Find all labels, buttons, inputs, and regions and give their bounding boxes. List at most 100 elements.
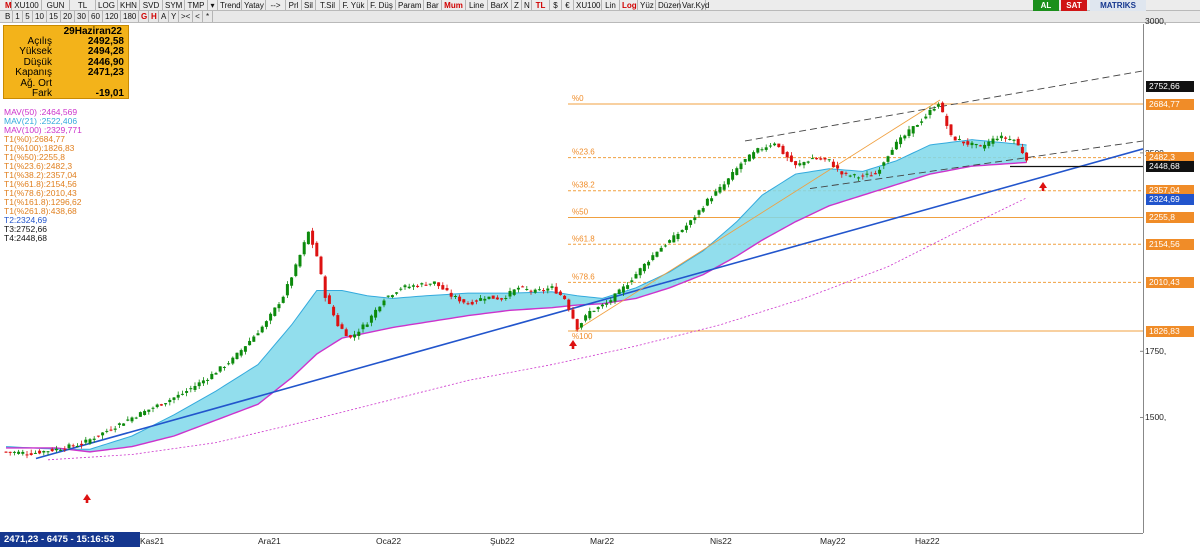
toolbar-button-22[interactable]: BarX bbox=[488, 0, 512, 10]
period-button-6[interactable]: 30 bbox=[75, 11, 89, 22]
candle-body bbox=[239, 350, 243, 356]
candle-body bbox=[819, 158, 823, 160]
period-button-3[interactable]: 10 bbox=[33, 11, 47, 22]
candle-body bbox=[105, 430, 109, 432]
price-tag: 1826,83 bbox=[1146, 325, 1194, 337]
toolbar-button-28[interactable]: XU100 bbox=[574, 0, 602, 10]
toolbar-button-8[interactable]: TMP bbox=[185, 0, 208, 10]
toolbar-button-25[interactable]: TL bbox=[532, 0, 550, 10]
candle-body bbox=[395, 292, 399, 294]
candle-body bbox=[907, 129, 911, 136]
candle-body bbox=[920, 121, 924, 123]
toolbar-button-0[interactable]: M bbox=[3, 0, 12, 10]
toolbar-button-10[interactable]: Trend bbox=[218, 0, 242, 10]
candle-body bbox=[46, 451, 50, 453]
toolbar-button-29[interactable]: Lin bbox=[602, 0, 620, 10]
toolbar-button-18[interactable]: Param bbox=[396, 0, 424, 10]
period-button-5[interactable]: 20 bbox=[61, 11, 75, 22]
period-button-0[interactable]: B bbox=[3, 11, 13, 22]
toolbar-button-31[interactable]: Yüz bbox=[638, 0, 656, 10]
candle-body bbox=[298, 254, 302, 267]
candle-body bbox=[647, 261, 651, 266]
candle-body bbox=[201, 380, 205, 384]
sell-button[interactable]: SAT bbox=[1061, 0, 1087, 11]
period-button-2[interactable]: 5 bbox=[23, 11, 33, 22]
period-button-1[interactable]: 1 bbox=[13, 11, 23, 22]
candle-body bbox=[374, 309, 378, 318]
candle-body bbox=[798, 163, 802, 166]
candle-body bbox=[848, 175, 852, 177]
toolbar-button-30[interactable]: Log bbox=[620, 0, 638, 10]
toolbar-button-1[interactable]: XU100 bbox=[12, 0, 42, 10]
toolbar-button-17[interactable]: F. Düş bbox=[368, 0, 396, 10]
candle-body bbox=[508, 290, 512, 297]
toolbar-button-24[interactable]: N bbox=[522, 0, 532, 10]
period-button-14[interactable]: >< bbox=[179, 11, 193, 22]
toolbar-button-27[interactable]: € bbox=[562, 0, 574, 10]
toolbar-button-3[interactable]: TL bbox=[70, 0, 96, 10]
period-button-13[interactable]: Y bbox=[169, 11, 179, 22]
buy-button[interactable]: AL bbox=[1033, 0, 1059, 11]
candle-body bbox=[680, 229, 684, 233]
candle-body bbox=[932, 108, 936, 111]
candle-body bbox=[722, 184, 726, 190]
period-button-15[interactable]: < bbox=[193, 11, 203, 22]
candle-body bbox=[899, 137, 903, 145]
toolbar-button-11[interactable]: Yatay bbox=[242, 0, 266, 10]
candle-body bbox=[575, 319, 579, 330]
candle-body bbox=[701, 208, 705, 212]
candle-body bbox=[319, 256, 323, 275]
price-tag: 2255,8 bbox=[1146, 212, 1194, 223]
candle-body bbox=[206, 379, 210, 381]
candle-body bbox=[180, 393, 184, 395]
candle-body bbox=[134, 417, 138, 419]
ohlc-value: 2471,23 bbox=[87, 67, 124, 79]
toolbar-button-21[interactable]: Line bbox=[466, 0, 488, 10]
toolbar-button-13[interactable]: Prl bbox=[286, 0, 302, 10]
toolbar-button-14[interactable]: Sil bbox=[302, 0, 316, 10]
toolbar-button-12[interactable]: --> bbox=[266, 0, 286, 10]
period-button-7[interactable]: 60 bbox=[89, 11, 103, 22]
candle-body bbox=[332, 306, 336, 316]
period-button-4[interactable]: 15 bbox=[47, 11, 61, 22]
time-tick-label: Ara21 bbox=[258, 536, 281, 546]
toolbar-button-15[interactable]: T.Sil bbox=[316, 0, 340, 10]
time-tick-label: Kas21 bbox=[140, 536, 165, 546]
candle-body bbox=[369, 315, 373, 323]
period-button-11[interactable]: H bbox=[149, 11, 159, 22]
candle-body bbox=[63, 448, 67, 450]
toolbar-button-16[interactable]: F. Yük bbox=[340, 0, 368, 10]
price-tag: 2324,69 bbox=[1146, 193, 1194, 205]
price-chart[interactable]: %0 %23.6 %38.2 %50 %61.8 %78.6 %100 bbox=[0, 24, 1143, 533]
candle-body bbox=[353, 334, 357, 338]
candle-body bbox=[71, 445, 75, 447]
candle-body bbox=[12, 451, 16, 453]
fib-label: %38.2 bbox=[572, 181, 595, 190]
candle-body bbox=[563, 295, 567, 300]
toolbar-button-20[interactable]: Mum bbox=[442, 0, 466, 10]
candle-body bbox=[424, 284, 428, 286]
period-button-10[interactable]: G bbox=[139, 11, 149, 22]
fib-label: %100 bbox=[572, 332, 593, 341]
candle-body bbox=[903, 135, 907, 139]
toolbar-button-26[interactable]: $ bbox=[550, 0, 562, 10]
toolbar-button-32[interactable]: Düzen bbox=[656, 0, 681, 10]
toolbar-button-2[interactable]: GUN bbox=[42, 0, 70, 10]
toolbar-button-9[interactable]: ▾ bbox=[208, 0, 218, 10]
toolbar-button-5[interactable]: KHN bbox=[118, 0, 140, 10]
candle-body bbox=[453, 295, 457, 297]
toolbar-button-23[interactable]: Z bbox=[512, 0, 522, 10]
toolbar-button-7[interactable]: SYM bbox=[163, 0, 185, 10]
period-button-9[interactable]: 180 bbox=[121, 11, 139, 22]
toolbar-button-4[interactable]: LOG bbox=[96, 0, 118, 10]
toolbar-button-33[interactable]: Var.Kyd bbox=[680, 0, 709, 10]
candle-body bbox=[773, 143, 777, 146]
candle-body bbox=[227, 363, 231, 365]
period-button-12[interactable]: A bbox=[159, 11, 169, 22]
toolbar-button-19[interactable]: Bar bbox=[424, 0, 442, 10]
period-button-16[interactable]: * bbox=[203, 11, 213, 22]
candle-body bbox=[386, 295, 390, 297]
candle-body bbox=[1012, 139, 1016, 141]
toolbar-button-6[interactable]: SVD bbox=[140, 0, 163, 10]
period-button-8[interactable]: 120 bbox=[103, 11, 121, 22]
